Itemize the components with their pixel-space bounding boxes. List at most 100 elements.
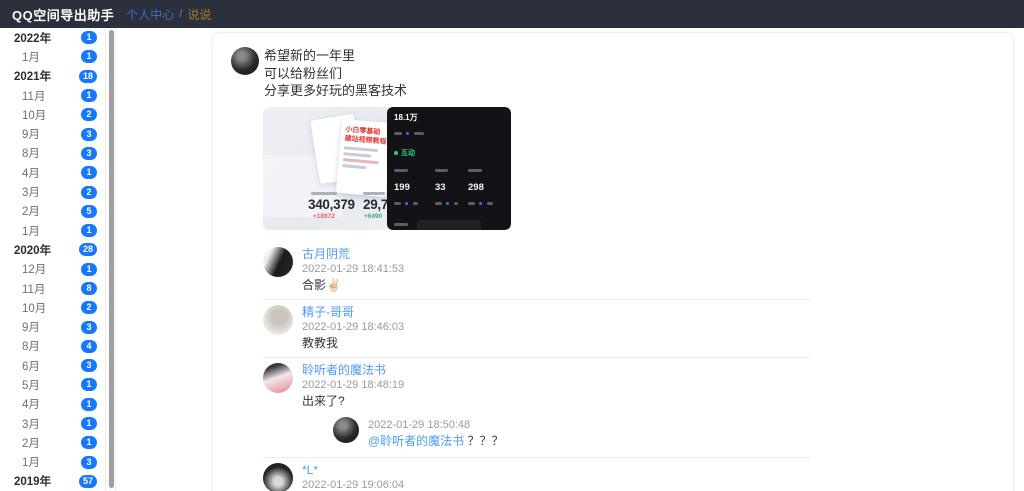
stat-value: 298 — [468, 181, 484, 193]
section-label: 互动 — [401, 149, 415, 157]
sidebar-item-9-month[interactable]: 9月 3 — [0, 124, 105, 143]
sidebar-item-9-month[interactable]: 9月 3 — [0, 317, 105, 336]
post-content: 希望新的一年里 可以给粉丝们 分享更多好玩的黑客技术 — [264, 47, 407, 100]
comment-timestamp: 2022-01-29 18:41:53 — [302, 262, 405, 275]
post-card: 希望新的一年里 可以给粉丝们 分享更多好玩的黑客技术 小白零基础 建站视频教程 — [212, 32, 1014, 491]
sidebar-item-label: 5月 — [22, 379, 40, 392]
card-text-bar — [342, 163, 367, 169]
comment-item: 精子-哥哥 2022-01-29 18:46:03 教教我 — [263, 300, 811, 358]
count-badge: 3 — [81, 127, 97, 141]
nav-shuoshuo[interactable]: 说说 — [187, 6, 211, 23]
count-badge: 1 — [81, 224, 97, 238]
sidebar-item-label: 3月 — [22, 187, 40, 200]
comment-reply: 2022-01-29 18:50:48 @聆听者的魔法书 ？？？ — [333, 416, 811, 449]
sidebar-item-8-month[interactable]: 8月 4 — [0, 337, 105, 356]
metric-label-bar — [311, 191, 337, 195]
sidebar-item-2020-year[interactable]: 2020年 28 — [0, 240, 105, 259]
commenter-name[interactable]: 精子-哥哥 — [302, 305, 811, 319]
sidebar-item-2019-year[interactable]: 2019年 57 — [0, 472, 105, 491]
sidebar-item-4-month[interactable]: 4月 1 — [0, 163, 105, 182]
sidebar-item-label: 9月 — [22, 129, 40, 142]
sidebar-item-label: 10月 — [22, 109, 47, 122]
comment-timestamp: 2022-01-29 19:06:04 — [302, 478, 405, 491]
stat-item: 33 — [435, 162, 460, 213]
sidebar-item-label: 3月 — [22, 418, 40, 431]
stat-item: 298 — [468, 162, 504, 213]
reply-body: 2022-01-29 18:50:48 @聆听者的魔法书 ？？？ — [368, 417, 811, 449]
dark-subrow — [394, 125, 504, 143]
count-badge: 3 — [81, 146, 97, 160]
sidebar-item-10-month[interactable]: 10月 2 — [0, 298, 105, 317]
attachment-dark-dashboard: 18.1万 互动 199 33 298 — [387, 106, 511, 230]
reply-timestamp: 2022-01-29 18:50:48 — [368, 418, 471, 431]
comment-timestamp: 2022-01-29 18:48:19 — [302, 378, 405, 391]
count-badge: 3 — [81, 359, 97, 373]
count-badge: 8 — [81, 282, 97, 295]
sidebar-item-12-month[interactable]: 12月 1 — [0, 260, 105, 279]
comment-timestamp: 2022-01-29 18:46:03 — [302, 320, 405, 333]
sidebar-item-label: 2月 — [22, 206, 40, 219]
sidebar-item-2022-year[interactable]: 2022年 1 — [0, 28, 105, 47]
count-badge: 1 — [81, 166, 97, 180]
sidebar-scrollbar[interactable] — [105, 28, 116, 491]
sidebar-item-2-month[interactable]: 2月 1 — [0, 433, 105, 452]
comment-text: 教教我 — [302, 335, 339, 350]
sidebar-item-label: 2021年 — [14, 71, 52, 84]
sidebar-item-4-month[interactable]: 4月 1 — [0, 395, 105, 414]
sidebar-item-label: 2019年 — [14, 476, 52, 489]
sidebar-item-8-month[interactable]: 8月 3 — [0, 144, 105, 163]
comment-body: 精子-哥哥 2022-01-29 18:46:03 教教我 — [302, 305, 811, 351]
count-badge: 1 — [81, 50, 97, 64]
sidebar-item-label: 8月 — [22, 341, 40, 354]
comment-body: 古月阴荒 2022-01-29 18:41:53 合影✌🏻 — [302, 247, 811, 293]
card-text-bar — [342, 157, 379, 164]
sidebar-item-2-month[interactable]: 2月 5 — [0, 202, 105, 221]
sidebar-item-1-month[interactable]: 1月 1 — [0, 47, 105, 66]
sidebar-item-11-month[interactable]: 11月 8 — [0, 279, 105, 298]
count-badge: 1 — [81, 89, 97, 103]
sidebar-item-3-month[interactable]: 3月 1 — [0, 414, 105, 433]
sidebar-item-label: 6月 — [22, 360, 40, 373]
sidebar-scrollbar-thumb[interactable] — [109, 30, 114, 488]
count-badge: 1 — [81, 397, 97, 411]
post-image-attachment[interactable]: 小白零基础 建站视频教程 340,379 +18972 29,7 +6490 1… — [263, 106, 511, 230]
nav-user-center[interactable]: 个人中心 — [126, 6, 174, 23]
commenter-name[interactable]: 聆听者的魔法书 — [302, 363, 811, 377]
comment-body: *L*2022-01-29 19:06:04牛啊 — [302, 463, 811, 491]
chart-tooltip — [417, 219, 481, 230]
sidebar-item-label: 10月 — [22, 302, 47, 315]
mention-link[interactable]: @聆听者的魔法书 — [368, 434, 464, 448]
commenter-avatar — [263, 462, 293, 491]
attachment-light-dashboard: 小白零基础 建站视频教程 340,379 +18972 29,7 +6490 — [263, 106, 389, 230]
sidebar-item-5-month[interactable]: 5月 1 — [0, 375, 105, 394]
sidebar-item-1-month[interactable]: 1月 1 — [0, 221, 105, 240]
commenter-avatar — [263, 246, 293, 277]
sidebar-item-label: 1月 — [22, 225, 40, 238]
interaction-section: 互动 — [394, 148, 504, 158]
comment-item: 古月阴荒 2022-01-29 18:41:53 合影✌🏻 — [263, 242, 811, 300]
commenter-name[interactable]: *L* — [302, 463, 811, 477]
commenter-name[interactable]: 古月阴荒 — [302, 247, 811, 261]
breadcrumb-separator: / — [179, 8, 183, 20]
green-dot-icon — [394, 150, 398, 155]
count-badge: 1 — [81, 378, 97, 392]
post-line: 分享更多好玩的黑客技术 — [264, 83, 408, 98]
post-line: 希望新的一年里 — [264, 48, 356, 63]
qzone-export-app: QQ空间导出助手 个人中心 / 说说 2022年 1 1月 1 2021年 18 11月 1 1… — [0, 0, 1024, 491]
sidebar-item-2021-year[interactable]: 2021年 18 — [0, 67, 105, 86]
sidebar-item-10-month[interactable]: 10月 2 — [0, 105, 105, 124]
sidebar-item-6-month[interactable]: 6月 3 — [0, 356, 105, 375]
count-badge: 3 — [81, 455, 97, 469]
commenter-avatar — [263, 304, 293, 335]
count-badge: 1 — [81, 31, 97, 45]
count-badge: 2 — [81, 301, 97, 315]
stats-row: 199 33 298 — [394, 162, 504, 213]
comment-list: 古月阴荒 2022-01-29 18:41:53 合影✌🏻 精子-哥哥 2022-01-… — [263, 242, 811, 491]
sidebar-item-11-month[interactable]: 11月 1 — [0, 86, 105, 105]
stat-value: 199 — [394, 181, 410, 193]
sidebar-item-1-month[interactable]: 1月 3 — [0, 453, 105, 472]
metric-value: 29,7 — [363, 196, 389, 212]
count-badge: 2 — [81, 108, 97, 122]
sidebar-item-3-month[interactable]: 3月 2 — [0, 182, 105, 201]
count-badge: 1 — [81, 417, 97, 431]
